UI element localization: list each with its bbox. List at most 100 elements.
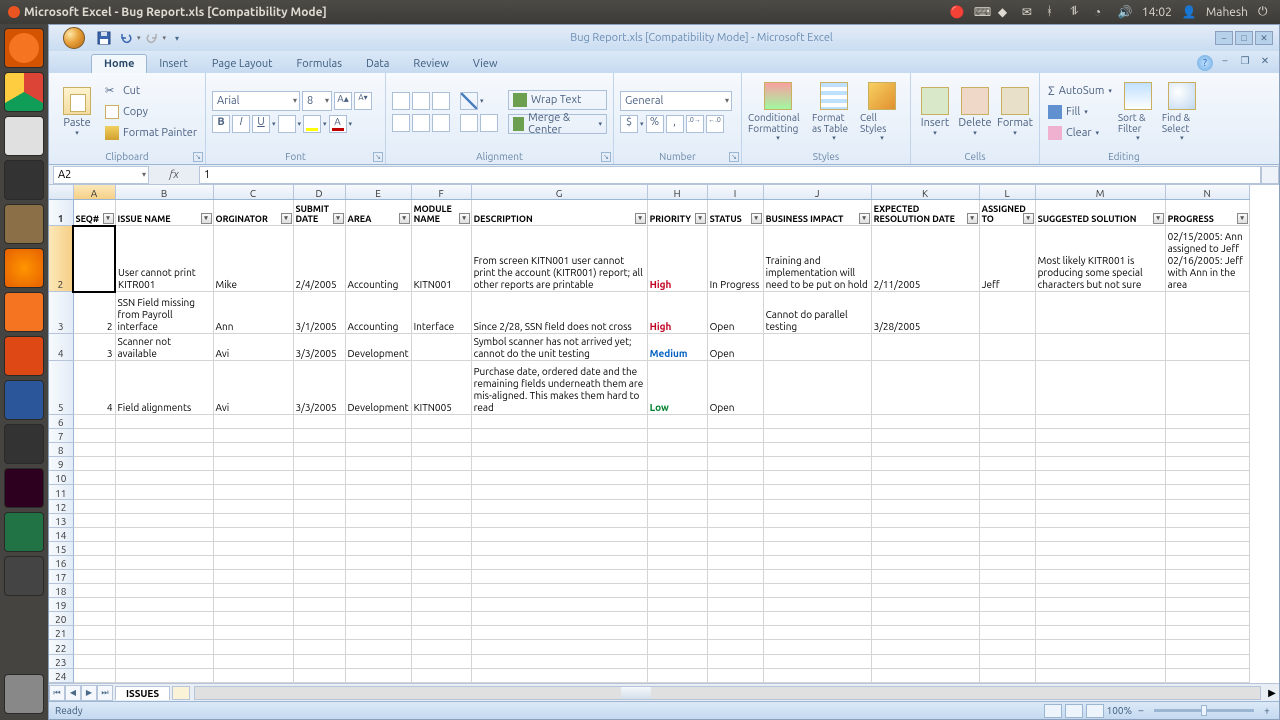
launcher-chrome[interactable] xyxy=(4,72,44,112)
cell[interactable] xyxy=(647,584,707,598)
cell[interactable]: 2/4/2005 xyxy=(293,226,345,292)
grow-font-button[interactable]: A▴ xyxy=(334,92,352,110)
mdi-close[interactable]: ✕ xyxy=(1257,55,1273,69)
cell[interactable] xyxy=(979,640,1035,654)
cell[interactable] xyxy=(1165,333,1249,360)
cell[interactable] xyxy=(115,457,213,471)
filter-dropdown[interactable]: ▾ xyxy=(967,213,978,224)
row-header[interactable]: 3 xyxy=(49,292,73,333)
cell[interactable] xyxy=(763,668,871,682)
cell[interactable] xyxy=(115,541,213,555)
cell[interactable] xyxy=(411,485,471,499)
cell[interactable] xyxy=(293,654,345,668)
cell[interactable] xyxy=(345,414,411,428)
cell[interactable] xyxy=(411,333,471,360)
cell[interactable] xyxy=(213,499,293,513)
cell[interactable] xyxy=(73,429,115,443)
cell[interactable] xyxy=(707,429,763,443)
cell[interactable] xyxy=(647,541,707,555)
cell[interactable]: High xyxy=(647,226,707,292)
cell[interactable] xyxy=(1165,598,1249,612)
column-header[interactable]: D xyxy=(293,185,345,200)
cell[interactable] xyxy=(411,584,471,598)
row-header[interactable]: 24 xyxy=(49,668,73,682)
cell[interactable] xyxy=(73,443,115,457)
wrap-text-button[interactable]: Wrap Text xyxy=(508,90,607,110)
cell[interactable] xyxy=(293,499,345,513)
cell[interactable] xyxy=(411,499,471,513)
cell[interactable]: Low xyxy=(647,360,707,414)
cell[interactable] xyxy=(707,414,763,428)
fill-color-button[interactable] xyxy=(303,115,321,133)
launcher-files[interactable] xyxy=(4,292,44,332)
cell[interactable] xyxy=(871,626,979,640)
delete-cells-button[interactable]: Delete▾ xyxy=(957,87,993,137)
row-header[interactable]: 16 xyxy=(49,555,73,569)
cell[interactable] xyxy=(647,429,707,443)
close-button[interactable]: ✕ xyxy=(1255,31,1273,45)
cell[interactable] xyxy=(115,640,213,654)
cell[interactable]: Open xyxy=(707,360,763,414)
cell[interactable] xyxy=(345,485,411,499)
bold-button[interactable]: B xyxy=(212,115,230,133)
cell[interactable] xyxy=(115,654,213,668)
cell[interactable] xyxy=(345,443,411,457)
cell[interactable] xyxy=(471,640,647,654)
cell[interactable] xyxy=(871,471,979,485)
cell[interactable] xyxy=(763,443,871,457)
cell[interactable] xyxy=(115,471,213,485)
autosum-button[interactable]: ΣAutoSum▾ xyxy=(1046,81,1114,101)
mail-icon[interactable]: ✉ xyxy=(1022,5,1036,19)
cell[interactable] xyxy=(115,414,213,428)
comma-button[interactable]: , xyxy=(666,115,684,133)
table-header-cell[interactable]: PRIORITY▾ xyxy=(647,200,707,226)
cell[interactable]: Cannot do parallel testing xyxy=(763,292,871,333)
cell[interactable] xyxy=(411,513,471,527)
align-left-button[interactable] xyxy=(392,114,410,132)
cell[interactable] xyxy=(763,555,871,569)
horizontal-scrollbar[interactable] xyxy=(194,686,1261,700)
cell[interactable] xyxy=(471,570,647,584)
column-header[interactable]: L xyxy=(979,185,1035,200)
cell[interactable] xyxy=(647,499,707,513)
table-header-cell[interactable]: DESCRIPTION▾ xyxy=(471,200,647,226)
cell[interactable] xyxy=(1035,499,1165,513)
cell[interactable] xyxy=(73,640,115,654)
cell[interactable] xyxy=(73,499,115,513)
cell[interactable] xyxy=(763,414,871,428)
cell[interactable] xyxy=(707,668,763,682)
cell[interactable] xyxy=(707,626,763,640)
cell[interactable]: Symbol scanner has not arrived yet; cann… xyxy=(471,333,647,360)
cell[interactable]: Mike xyxy=(213,226,293,292)
cell[interactable] xyxy=(871,541,979,555)
cell[interactable] xyxy=(345,541,411,555)
cell[interactable] xyxy=(293,640,345,654)
cell[interactable] xyxy=(763,499,871,513)
row-header[interactable]: 9 xyxy=(49,457,73,471)
cell[interactable] xyxy=(763,485,871,499)
cell[interactable] xyxy=(707,555,763,569)
cell[interactable] xyxy=(1165,527,1249,541)
cell[interactable]: Open xyxy=(707,292,763,333)
cell[interactable] xyxy=(871,414,979,428)
filter-dropdown[interactable]: ▾ xyxy=(1153,213,1164,224)
cell[interactable] xyxy=(293,443,345,457)
cell[interactable] xyxy=(73,570,115,584)
cell[interactable] xyxy=(871,654,979,668)
cell[interactable] xyxy=(707,457,763,471)
row-header[interactable]: 5 xyxy=(49,360,73,414)
paste-button[interactable]: Paste▾ xyxy=(55,87,99,137)
cell[interactable] xyxy=(647,570,707,584)
cell[interactable] xyxy=(345,513,411,527)
cell[interactable] xyxy=(979,414,1035,428)
cell[interactable] xyxy=(707,499,763,513)
launcher-software[interactable] xyxy=(4,336,44,376)
cell[interactable] xyxy=(115,584,213,598)
filter-dropdown[interactable]: ▾ xyxy=(201,213,212,224)
tab-page-layout[interactable]: Page Layout xyxy=(200,55,285,73)
cell[interactable] xyxy=(1165,360,1249,414)
cell[interactable] xyxy=(115,429,213,443)
insert-cells-button[interactable]: Insert▾ xyxy=(917,87,953,137)
cell[interactable] xyxy=(115,443,213,457)
cell[interactable] xyxy=(707,513,763,527)
